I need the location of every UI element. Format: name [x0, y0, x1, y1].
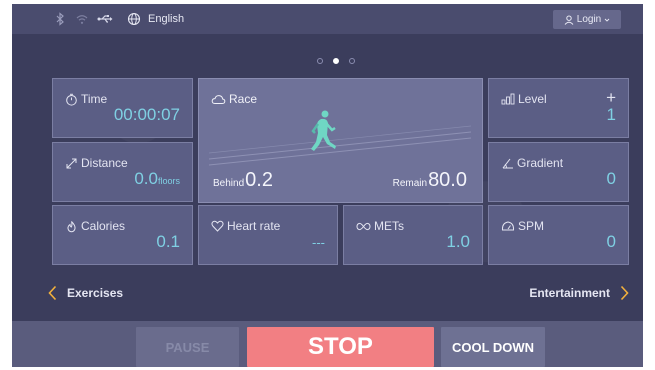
gradient-value: 0 [606, 169, 616, 188]
level-card: Level + 1 [488, 78, 629, 138]
user-icon [564, 15, 574, 25]
treadmill-screen: English Login Time 00:00:07 Distance 0.0… [12, 4, 643, 367]
login-label: Login [576, 14, 602, 25]
behind-value: 0.2 [245, 169, 273, 191]
time-label: Time [81, 92, 108, 106]
pause-button[interactable]: PAUSE [136, 327, 239, 367]
top-bar: English Login [12, 4, 643, 34]
remain-group: Remain80.0 [392, 169, 467, 192]
heart-rate-value: --- [312, 235, 325, 250]
stop-button[interactable]: STOP [247, 327, 434, 367]
exercises-label: Exercises [67, 286, 124, 300]
page-dot[interactable] [349, 58, 355, 64]
remain-value: 80.0 [428, 169, 467, 191]
login-button[interactable]: Login [553, 10, 621, 29]
angle-icon [501, 157, 514, 169]
remain-label: Remain [392, 178, 428, 189]
gradient-label: Gradient [517, 156, 564, 170]
mets-card: METs 1.0 [343, 205, 483, 265]
chevron-down-icon [604, 17, 610, 23]
runner-icon [311, 110, 336, 151]
mets-value: 1.0 [446, 232, 470, 251]
spm-card: SPM 0 [488, 205, 629, 265]
calories-value: 0.1 [156, 232, 180, 251]
distance-label: Distance [81, 156, 128, 170]
race-card[interactable]: Race Behind0.2 Remain80.0 [198, 78, 483, 203]
speedometer-icon [501, 220, 515, 232]
flame-icon [65, 220, 78, 233]
page-dot-active[interactable] [333, 58, 339, 64]
mets-label: METs [374, 219, 404, 233]
infinity-icon [356, 222, 371, 231]
chevron-right-icon [620, 285, 629, 301]
spm-label: SPM [518, 219, 545, 233]
globe-icon[interactable] [127, 12, 141, 26]
diagonal-arrows-icon [65, 157, 78, 170]
time-card: Time 00:00:07 [52, 78, 193, 138]
control-bar: PAUSE STOP COOL DOWN [12, 321, 643, 367]
cool-down-button[interactable]: COOL DOWN [441, 327, 545, 367]
calories-card: Calories 0.1 [52, 205, 193, 265]
level-label: Level [518, 92, 547, 106]
exercises-nav[interactable]: Exercises [48, 285, 123, 301]
stopwatch-icon [65, 93, 78, 106]
time-value: 00:00:07 [113, 105, 180, 124]
bluetooth-icon [53, 12, 67, 26]
page-dot[interactable] [317, 58, 323, 64]
entertainment-label: Entertainment [529, 286, 610, 300]
distance-value: 0.0 [134, 169, 158, 188]
level-value: 1 [606, 105, 616, 124]
heart-rate-card: Heart rate --- [198, 205, 338, 265]
chevron-left-icon [48, 285, 57, 301]
calories-label: Calories [81, 219, 126, 233]
behind-group: Behind0.2 [212, 169, 273, 192]
distance-value-group: 0.0floors [134, 169, 180, 189]
usb-icon [97, 12, 113, 26]
behind-label: Behind [213, 178, 245, 189]
page-indicator [317, 58, 355, 64]
heart-rate-label: Heart rate [227, 219, 281, 233]
spm-value: 0 [606, 232, 616, 251]
level-bars-icon [501, 93, 515, 105]
wifi-icon [75, 12, 89, 26]
distance-unit: floors [157, 176, 180, 186]
language-label[interactable]: English [148, 13, 184, 25]
heart-icon [211, 220, 224, 232]
entertainment-nav[interactable]: Entertainment [529, 285, 629, 301]
distance-card: Distance 0.0floors [52, 142, 193, 202]
gradient-card: Gradient 0 [488, 142, 629, 202]
